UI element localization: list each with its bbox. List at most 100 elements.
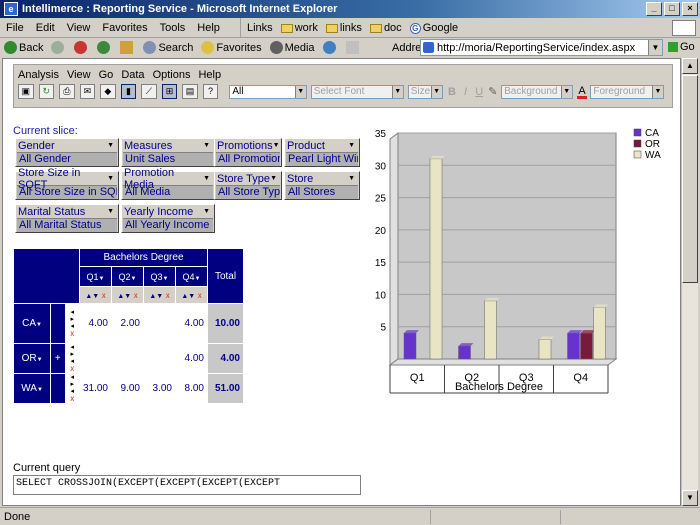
column-header-q3[interactable]: Q3▼ — [143, 266, 176, 287]
sort-arrows-icon[interactable]: ◂ ▸ ◂ — [71, 344, 75, 365]
chevron-down-icon[interactable]: ▼ — [107, 208, 114, 215]
remove-icon[interactable]: x — [70, 364, 74, 373]
dim-marital-status[interactable]: Marital Status ▼ All Marital Status — [15, 204, 119, 233]
italic-button[interactable]: I — [460, 86, 471, 98]
underline-button[interactable]: U — [474, 86, 485, 98]
column-header-q1[interactable]: Q1▼ — [79, 266, 112, 287]
refresh-button[interactable] — [93, 41, 116, 54]
remove-icon[interactable]: x — [198, 291, 202, 300]
refresh-icon[interactable]: ↻ — [38, 84, 55, 99]
link-google[interactable]: G Google — [409, 22, 458, 34]
sort-controls-q1[interactable]: ▲▼ x — [79, 286, 112, 304]
line-chart-icon[interactable]: ⟋ — [141, 84, 157, 99]
sort-arrows-icon[interactable]: ▲▼ — [85, 293, 99, 300]
bold-button[interactable]: B — [447, 86, 458, 98]
expand-ca[interactable] — [50, 303, 66, 344]
foreground-select[interactable]: Foreground ▼ — [590, 84, 664, 99]
mail-button[interactable] — [342, 41, 365, 54]
chevron-down-icon[interactable]: ▼ — [195, 276, 201, 282]
dim-product[interactable]: Product▼ Pearl Light Wine — [284, 138, 360, 167]
app-menu-options[interactable]: Options — [153, 69, 191, 81]
expand-or[interactable]: + — [50, 343, 66, 374]
chevron-down-icon[interactable]: ▼ — [99, 276, 105, 282]
media-button[interactable]: Media — [266, 41, 319, 54]
maximize-button[interactable]: □ — [664, 2, 680, 16]
save-icon[interactable]: ▣ — [18, 84, 34, 99]
row-sort-controls[interactable]: ◂ ▸ ◂ x — [64, 343, 81, 374]
history-button[interactable] — [319, 41, 342, 54]
foreground-color-icon[interactable]: A — [576, 85, 588, 99]
pivot-icon[interactable]: ⊞ — [161, 84, 178, 99]
sort-arrows-icon[interactable]: ▲▼ — [181, 293, 195, 300]
menu-file[interactable]: File — [0, 22, 30, 34]
email-icon[interactable]: ✉ — [79, 84, 96, 99]
remove-icon[interactable]: x — [134, 291, 138, 300]
menu-tools[interactable]: Tools — [154, 22, 192, 34]
chevron-down-icon[interactable]: ▼ — [203, 142, 210, 149]
minimize-button[interactable]: _ — [646, 2, 662, 16]
sort-arrows-icon[interactable]: ◂ ▸ ◂ — [71, 374, 75, 395]
filter-select[interactable]: All ▼ — [229, 84, 307, 99]
chevron-down-icon[interactable]: ▼ — [203, 208, 210, 215]
remove-icon[interactable]: x — [166, 291, 170, 300]
menu-favorites[interactable]: Favorites — [96, 22, 153, 34]
menu-view[interactable]: View — [61, 22, 97, 34]
chevron-down-icon[interactable]: ▼ — [270, 175, 277, 182]
sort-controls-q4[interactable]: ▲▼ x — [175, 286, 208, 304]
favorites-button[interactable]: Favorites — [197, 41, 265, 54]
size-select[interactable]: Size ▼ — [407, 84, 443, 99]
table-icon[interactable]: ▤ — [182, 84, 198, 99]
dim-store-type[interactable]: Store Type ▼ All Store Type — [214, 171, 282, 200]
home-button[interactable] — [116, 41, 139, 54]
row-header-wa[interactable]: WA▼ — [12, 373, 52, 404]
chevron-down-icon[interactable]: ▼ — [107, 142, 114, 149]
row-header-or[interactable]: OR▼ — [12, 343, 52, 374]
print-icon[interactable]: ⎙ — [59, 84, 75, 99]
address-dropdown-icon[interactable]: ▼ — [648, 40, 662, 55]
address-bar[interactable]: http://moria/ReportingService/index.aspx… — [420, 39, 663, 56]
scroll-thumb[interactable] — [682, 75, 698, 283]
link-work[interactable]: work — [280, 22, 318, 34]
row-sort-controls[interactable]: ◂ ▸ ◂ x — [64, 373, 81, 404]
cube-icon[interactable]: ◆ — [100, 84, 116, 99]
scroll-up-icon[interactable]: ▲ — [682, 58, 698, 74]
row-sort-controls[interactable]: ◂ ▸ ◂ x — [64, 303, 81, 344]
dim-store-size[interactable]: Store Size in SQFT ▼ All Store Size in SQ… — [15, 167, 119, 200]
query-textbox[interactable]: SELECT CROSSJOIN(EXCEPT(EXCEPT(EXCEPT(EX… — [13, 475, 361, 495]
close-button[interactable]: × — [682, 2, 698, 16]
chevron-down-icon[interactable]: ▼ — [107, 175, 114, 182]
search-button[interactable]: Search — [139, 41, 197, 54]
dim-measures[interactable]: Measures ▼ Unit Sales — [121, 138, 215, 167]
menu-help[interactable]: Help — [191, 22, 226, 34]
dim-promotions[interactable]: Promotions▼ All Promotions — [214, 138, 282, 167]
app-menu-analysis[interactable]: Analysis — [18, 69, 59, 81]
app-menu-help[interactable]: Help — [198, 69, 221, 81]
sort-arrows-icon[interactable]: ◂ ▸ ◂ — [71, 309, 75, 330]
background-color-icon[interactable]: ✎ — [487, 85, 498, 98]
chevron-down-icon[interactable]: ▼ — [36, 322, 42, 328]
remove-icon[interactable]: x — [70, 329, 74, 338]
chevron-down-icon[interactable]: ▼ — [131, 276, 137, 282]
go-button[interactable]: Go — [668, 41, 695, 53]
vertical-scrollbar[interactable]: ▲ ▼ — [681, 58, 698, 506]
dim-promotion-media[interactable]: Promotion Media ▼ All Media — [121, 167, 215, 200]
link-doc[interactable]: doc — [369, 22, 402, 34]
dim-gender[interactable]: Gender ▼ All Gender — [15, 138, 119, 167]
remove-icon[interactable]: x — [102, 291, 106, 300]
dim-store[interactable]: Store ▼ All Stores — [284, 171, 360, 200]
column-header-q2[interactable]: Q2▼ — [111, 266, 144, 287]
dim-yearly-income[interactable]: Yearly Income ▼ All Yearly Income — [121, 204, 215, 233]
help-icon[interactable]: ? — [202, 84, 219, 99]
bar-chart-icon[interactable]: ▮ — [120, 84, 137, 99]
menu-edit[interactable]: Edit — [30, 22, 61, 34]
column-header-q4[interactable]: Q4▼ — [175, 266, 208, 287]
font-select[interactable]: Select Font ▼ — [310, 84, 404, 99]
chevron-down-icon[interactable]: ▼ — [37, 387, 43, 393]
app-menu-data[interactable]: Data — [121, 69, 144, 81]
chevron-down-icon[interactable]: ▼ — [273, 142, 280, 149]
sort-controls-q3[interactable]: ▲▼ x — [143, 286, 176, 304]
remove-icon[interactable]: x — [70, 394, 74, 403]
chevron-down-icon[interactable]: ▼ — [37, 357, 43, 363]
scroll-down-icon[interactable]: ▼ — [682, 490, 698, 506]
stop-button[interactable] — [70, 41, 93, 54]
